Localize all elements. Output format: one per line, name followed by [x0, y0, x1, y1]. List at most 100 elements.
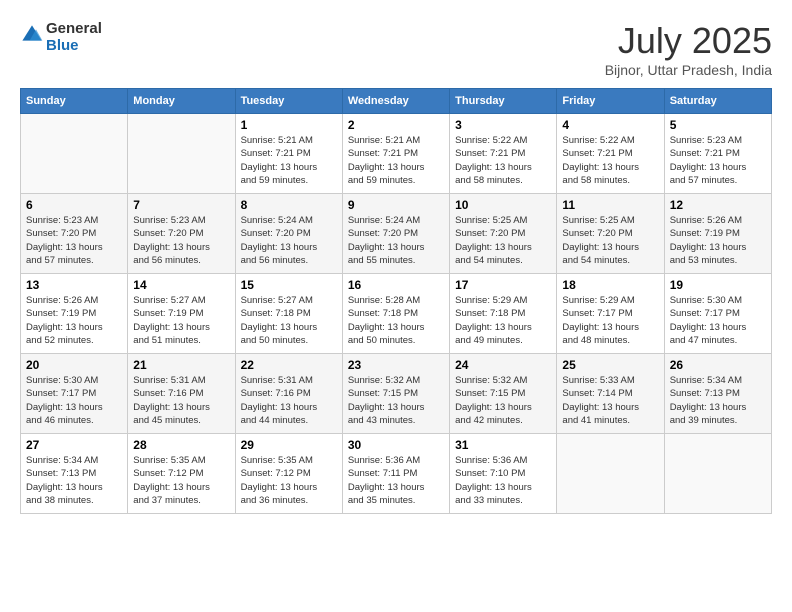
day-number: 21	[133, 358, 229, 372]
logo-text-general: General	[46, 20, 102, 37]
weekday-header-row: SundayMondayTuesdayWednesdayThursdayFrid…	[21, 89, 772, 114]
day-number: 26	[670, 358, 766, 372]
weekday-header-thursday: Thursday	[450, 89, 557, 114]
day-cell: 7 Sunrise: 5:23 AM Sunset: 7:20 PM Daylig…	[128, 194, 235, 274]
day-number: 15	[241, 278, 337, 292]
day-cell: 3 Sunrise: 5:22 AM Sunset: 7:21 PM Daylig…	[450, 114, 557, 194]
day-number: 10	[455, 198, 551, 212]
day-info: Sunrise: 5:29 AM Sunset: 7:17 PM Dayligh…	[562, 294, 658, 347]
day-cell: 10 Sunrise: 5:25 AM Sunset: 7:20 PM Dayli…	[450, 194, 557, 274]
day-cell: 5 Sunrise: 5:23 AM Sunset: 7:21 PM Daylig…	[664, 114, 771, 194]
day-cell: 6 Sunrise: 5:23 AM Sunset: 7:20 PM Daylig…	[21, 194, 128, 274]
day-number: 19	[670, 278, 766, 292]
day-cell: 4 Sunrise: 5:22 AM Sunset: 7:21 PM Daylig…	[557, 114, 664, 194]
day-info: Sunrise: 5:27 AM Sunset: 7:19 PM Dayligh…	[133, 294, 229, 347]
day-info: Sunrise: 5:26 AM Sunset: 7:19 PM Dayligh…	[670, 214, 766, 267]
day-info: Sunrise: 5:34 AM Sunset: 7:13 PM Dayligh…	[26, 454, 122, 507]
day-info: Sunrise: 5:22 AM Sunset: 7:21 PM Dayligh…	[455, 134, 551, 187]
day-info: Sunrise: 5:28 AM Sunset: 7:18 PM Dayligh…	[348, 294, 444, 347]
day-info: Sunrise: 5:31 AM Sunset: 7:16 PM Dayligh…	[133, 374, 229, 427]
day-info: Sunrise: 5:32 AM Sunset: 7:15 PM Dayligh…	[348, 374, 444, 427]
weekday-header-sunday: Sunday	[21, 89, 128, 114]
day-number: 12	[670, 198, 766, 212]
day-cell	[21, 114, 128, 194]
month-title: July 2025	[605, 20, 772, 62]
day-info: Sunrise: 5:23 AM Sunset: 7:21 PM Dayligh…	[670, 134, 766, 187]
day-number: 31	[455, 438, 551, 452]
day-cell: 28Sunrise: 5:35 AM Sunset: 7:12 PM Dayli…	[128, 434, 235, 514]
day-info: Sunrise: 5:27 AM Sunset: 7:18 PM Dayligh…	[241, 294, 337, 347]
day-cell: 2 Sunrise: 5:21 AM Sunset: 7:21 PM Daylig…	[342, 114, 449, 194]
week-row-3: 13 Sunrise: 5:26 AM Sunset: 7:19 PM Dayli…	[21, 274, 772, 354]
logo-text-blue: Blue	[46, 37, 102, 54]
day-cell	[557, 434, 664, 514]
day-cell: 12 Sunrise: 5:26 AM Sunset: 7:19 PM Dayli…	[664, 194, 771, 274]
day-cell: 18 Sunrise: 5:29 AM Sunset: 7:17 PM Dayli…	[557, 274, 664, 354]
day-info: Sunrise: 5:30 AM Sunset: 7:17 PM Dayligh…	[670, 294, 766, 347]
day-number: 30	[348, 438, 444, 452]
day-number: 7	[133, 198, 229, 212]
day-number: 29	[241, 438, 337, 452]
day-number: 4	[562, 118, 658, 132]
day-cell: 17 Sunrise: 5:29 AM Sunset: 7:18 PM Dayli…	[450, 274, 557, 354]
day-info: Sunrise: 5:21 AM Sunset: 7:21 PM Dayligh…	[348, 134, 444, 187]
day-cell: 24 Sunrise: 5:32 AM Sunset: 7:15 PM Dayli…	[450, 354, 557, 434]
day-cell: 15 Sunrise: 5:27 AM Sunset: 7:18 PM Dayli…	[235, 274, 342, 354]
day-number: 8	[241, 198, 337, 212]
day-cell: 16Sunrise: 5:28 AM Sunset: 7:18 PM Dayli…	[342, 274, 449, 354]
day-cell: 22Sunrise: 5:31 AM Sunset: 7:16 PM Dayli…	[235, 354, 342, 434]
day-cell: 13 Sunrise: 5:26 AM Sunset: 7:19 PM Dayli…	[21, 274, 128, 354]
day-info: Sunrise: 5:23 AM Sunset: 7:20 PM Dayligh…	[133, 214, 229, 267]
weekday-header-saturday: Saturday	[664, 89, 771, 114]
day-cell: 14 Sunrise: 5:27 AM Sunset: 7:19 PM Dayli…	[128, 274, 235, 354]
day-number: 13	[26, 278, 122, 292]
day-number: 17	[455, 278, 551, 292]
weekday-header-friday: Friday	[557, 89, 664, 114]
day-info: Sunrise: 5:25 AM Sunset: 7:20 PM Dayligh…	[455, 214, 551, 267]
day-info: Sunrise: 5:26 AM Sunset: 7:19 PM Dayligh…	[26, 294, 122, 347]
day-info: Sunrise: 5:32 AM Sunset: 7:15 PM Dayligh…	[455, 374, 551, 427]
week-row-1: 1 Sunrise: 5:21 AM Sunset: 7:21 PM Daylig…	[21, 114, 772, 194]
day-number: 9	[348, 198, 444, 212]
day-cell: 8 Sunrise: 5:24 AM Sunset: 7:20 PM Daylig…	[235, 194, 342, 274]
day-number: 28	[133, 438, 229, 452]
week-row-4: 20Sunrise: 5:30 AM Sunset: 7:17 PM Dayli…	[21, 354, 772, 434]
day-info: Sunrise: 5:24 AM Sunset: 7:20 PM Dayligh…	[241, 214, 337, 267]
day-info: Sunrise: 5:36 AM Sunset: 7:10 PM Dayligh…	[455, 454, 551, 507]
day-number: 5	[670, 118, 766, 132]
day-number: 3	[455, 118, 551, 132]
day-cell: 29 Sunrise: 5:35 AM Sunset: 7:12 PM Dayli…	[235, 434, 342, 514]
day-cell	[664, 434, 771, 514]
day-number: 18	[562, 278, 658, 292]
day-number: 24	[455, 358, 551, 372]
day-cell: 11 Sunrise: 5:25 AM Sunset: 7:20 PM Dayli…	[557, 194, 664, 274]
day-number: 23	[348, 358, 444, 372]
day-info: Sunrise: 5:24 AM Sunset: 7:20 PM Dayligh…	[348, 214, 444, 267]
logo: General Blue	[20, 20, 102, 55]
week-row-5: 27Sunrise: 5:34 AM Sunset: 7:13 PM Dayli…	[21, 434, 772, 514]
title-block: July 2025 Bijnor, Uttar Pradesh, India	[605, 20, 772, 78]
day-info: Sunrise: 5:22 AM Sunset: 7:21 PM Dayligh…	[562, 134, 658, 187]
day-cell	[128, 114, 235, 194]
location-subtitle: Bijnor, Uttar Pradesh, India	[605, 62, 772, 78]
day-info: Sunrise: 5:23 AM Sunset: 7:20 PM Dayligh…	[26, 214, 122, 267]
day-number: 6	[26, 198, 122, 212]
logo-icon	[20, 23, 44, 47]
day-number: 20	[26, 358, 122, 372]
day-info: Sunrise: 5:25 AM Sunset: 7:20 PM Dayligh…	[562, 214, 658, 267]
weekday-header-wednesday: Wednesday	[342, 89, 449, 114]
weekday-header-monday: Monday	[128, 89, 235, 114]
day-number: 22	[241, 358, 337, 372]
day-cell: 27Sunrise: 5:34 AM Sunset: 7:13 PM Dayli…	[21, 434, 128, 514]
day-info: Sunrise: 5:33 AM Sunset: 7:14 PM Dayligh…	[562, 374, 658, 427]
day-cell: 21 Sunrise: 5:31 AM Sunset: 7:16 PM Dayli…	[128, 354, 235, 434]
day-info: Sunrise: 5:21 AM Sunset: 7:21 PM Dayligh…	[241, 134, 337, 187]
day-info: Sunrise: 5:29 AM Sunset: 7:18 PM Dayligh…	[455, 294, 551, 347]
day-info: Sunrise: 5:35 AM Sunset: 7:12 PM Dayligh…	[241, 454, 337, 507]
day-cell: 23 Sunrise: 5:32 AM Sunset: 7:15 PM Dayli…	[342, 354, 449, 434]
day-number: 1	[241, 118, 337, 132]
day-number: 14	[133, 278, 229, 292]
day-number: 11	[562, 198, 658, 212]
day-number: 2	[348, 118, 444, 132]
day-cell: 20Sunrise: 5:30 AM Sunset: 7:17 PM Dayli…	[21, 354, 128, 434]
